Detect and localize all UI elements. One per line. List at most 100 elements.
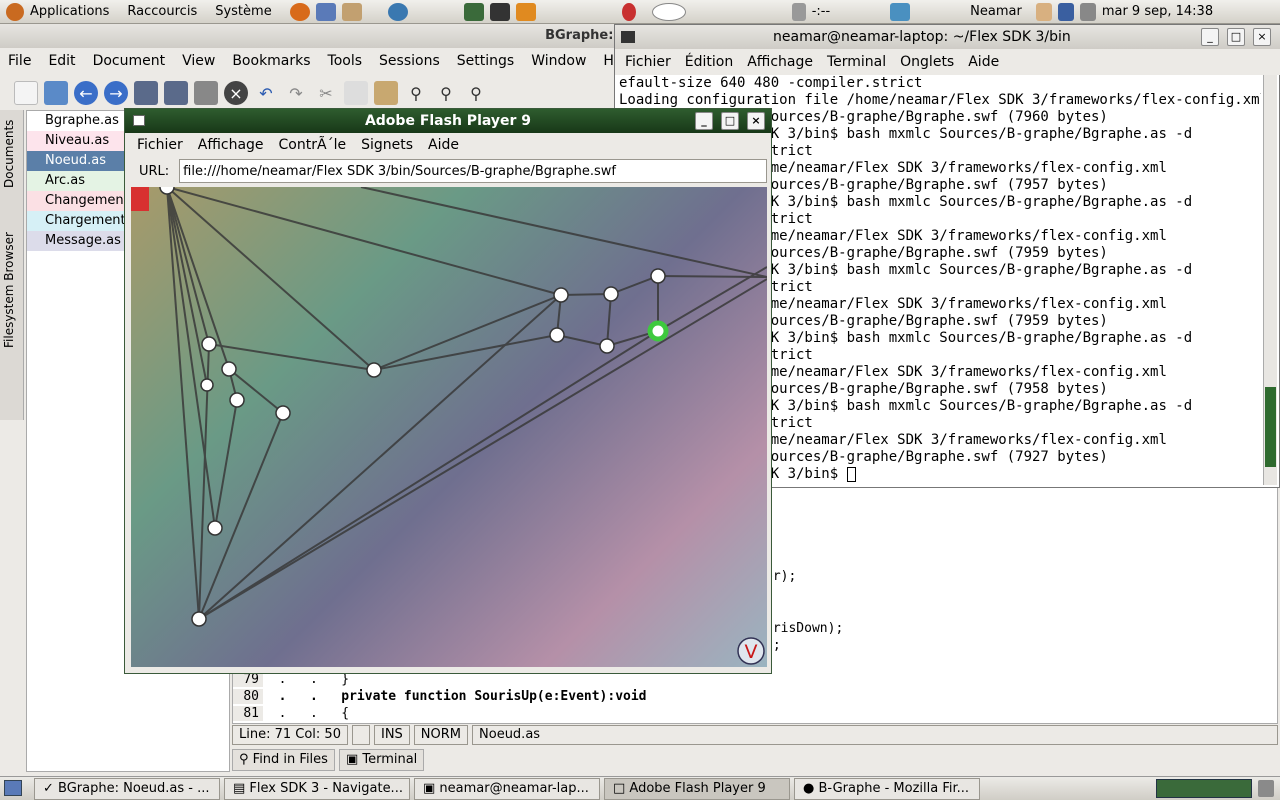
tools-launcher-icon[interactable] xyxy=(315,2,336,21)
term-menu-aide[interactable]: Aide xyxy=(968,54,999,70)
graph-node xyxy=(650,268,666,284)
term-menu-onglets[interactable]: Onglets xyxy=(900,54,954,70)
term-menu-edition[interactable]: Édition xyxy=(685,54,733,70)
close-doc-icon[interactable]: × xyxy=(224,81,248,105)
tab-documents[interactable]: Documents xyxy=(2,114,22,194)
flash-menu-bar: Fichier Affichage ContrÃ´le Signets Aide xyxy=(125,133,771,157)
eyes-applet-icon xyxy=(651,2,686,21)
signal-icon[interactable] xyxy=(1057,2,1074,21)
tray-red-icon[interactable] xyxy=(621,2,636,21)
corner-logo-letter: V xyxy=(745,641,758,663)
find-icon[interactable]: ⚲ xyxy=(404,81,428,105)
close-button[interactable]: × xyxy=(747,112,765,130)
graph-nodes[interactable] xyxy=(159,187,669,627)
minimize-button[interactable]: _ xyxy=(1201,28,1219,46)
trash-icon[interactable] xyxy=(1258,780,1274,797)
side-tab-bar: Documents Filesystem Browser xyxy=(0,110,24,420)
save-icon[interactable] xyxy=(134,81,158,105)
task-flash-player[interactable]: □ Adobe Flash Player 9 xyxy=(604,777,790,800)
kate-menu-file[interactable]: File xyxy=(8,53,31,69)
redo-icon[interactable]: ↷ xyxy=(284,81,308,105)
status-blank xyxy=(351,725,370,745)
tab-terminal[interactable]: ▣ Terminal xyxy=(338,749,425,771)
flash-menu-signets[interactable]: Signets xyxy=(361,137,413,153)
terminal-scrollbar[interactable] xyxy=(1263,75,1277,485)
workspace-switcher[interactable] xyxy=(1156,779,1252,798)
menu-raccourcis[interactable]: Raccourcis xyxy=(127,4,197,19)
clock[interactable]: mar 9 sep, 14:38 xyxy=(1102,4,1213,19)
firefox-launcher-icon[interactable] xyxy=(289,2,310,21)
forward-arrow-icon[interactable]: → xyxy=(104,81,128,105)
star-launcher-icon[interactable] xyxy=(515,2,536,21)
terminal-title: neamar@neamar-laptop: ~/Flex SDK 3/bin xyxy=(773,29,1071,45)
maximize-button[interactable]: □ xyxy=(1227,28,1245,46)
term-menu-terminal[interactable]: Terminal xyxy=(827,54,886,70)
kate-menu-settings[interactable]: Settings xyxy=(457,53,514,69)
selection-mode[interactable]: NORM xyxy=(413,725,469,745)
kate-status-bar: Line: 71 Col: 50 INS NORM Noeud.as xyxy=(232,724,1278,746)
graph-node xyxy=(159,187,175,195)
save-as-icon[interactable] xyxy=(164,81,188,105)
insert-mode[interactable]: INS xyxy=(373,725,410,745)
maximize-button[interactable]: □ xyxy=(721,112,739,130)
url-bar: URL: xyxy=(125,157,771,185)
bottom-taskbar: ✓ BGraphe: Noeud.as - ... ▤ Flex SDK 3 -… xyxy=(0,776,1280,800)
print-icon[interactable] xyxy=(194,81,218,105)
new-file-icon[interactable] xyxy=(14,81,38,105)
network-icon[interactable] xyxy=(890,2,911,21)
graph-node xyxy=(201,336,217,352)
tab-find-in-files[interactable]: ⚲ Find in Files xyxy=(232,749,335,771)
flash-stage[interactable]: V xyxy=(131,187,767,667)
close-button[interactable]: × xyxy=(1253,28,1271,46)
flash-menu-fichier[interactable]: Fichier xyxy=(137,137,183,153)
monitor-launcher-icon[interactable] xyxy=(463,2,484,21)
copy-icon[interactable] xyxy=(344,81,368,105)
kate-menu-bookmarks[interactable]: Bookmarks xyxy=(232,53,310,69)
tab-filesystem-browser[interactable]: Filesystem Browser xyxy=(2,220,22,360)
gnome-foot-icon[interactable] xyxy=(6,2,24,21)
kate-menu-window[interactable]: Window xyxy=(531,53,586,69)
graph-canvas[interactable]: V xyxy=(131,187,767,667)
url-input[interactable] xyxy=(179,159,768,183)
flash-menu-controle[interactable]: ContrÃ´le xyxy=(279,137,347,153)
flash-menu-aide[interactable]: Aide xyxy=(428,137,459,153)
kate-menu-tools[interactable]: Tools xyxy=(328,53,363,69)
code-line: 79 . . } xyxy=(233,672,349,687)
menu-applications[interactable]: Applications xyxy=(30,4,109,19)
users-launcher-icon[interactable] xyxy=(341,2,362,21)
cut-icon[interactable]: ✂ xyxy=(314,81,338,105)
kate-menu-edit[interactable]: Edit xyxy=(48,53,75,69)
task-terminal[interactable]: ▣ neamar@neamar-lap... xyxy=(414,777,600,800)
term-menu-fichier[interactable]: Fichier xyxy=(625,54,671,70)
minimize-button[interactable]: _ xyxy=(695,112,713,130)
task-kate[interactable]: ✓ BGraphe: Noeud.as - ... xyxy=(34,777,220,800)
volume-icon[interactable] xyxy=(1079,2,1096,21)
paste-icon[interactable] xyxy=(374,81,398,105)
term-menu-affichage[interactable]: Affichage xyxy=(747,54,813,70)
zoom-out-icon[interactable]: ⚲ xyxy=(464,81,488,105)
terminal-title-bar[interactable]: neamar@neamar-laptop: ~/Flex SDK 3/bin _… xyxy=(615,25,1280,49)
zoom-in-icon[interactable]: ⚲ xyxy=(434,81,458,105)
menu-systeme[interactable]: Système xyxy=(215,4,271,19)
user-avatar-icon[interactable] xyxy=(1035,2,1052,21)
kate-menu-document[interactable]: Document xyxy=(93,53,166,69)
undo-icon[interactable]: ↶ xyxy=(254,81,278,105)
scroll-thumb[interactable] xyxy=(1265,387,1276,467)
task-navigator[interactable]: ▤ Flex SDK 3 - Navigate... xyxy=(224,777,410,800)
red-marker xyxy=(131,187,149,211)
power-icon[interactable] xyxy=(791,2,806,21)
globe-launcher-icon[interactable] xyxy=(387,2,408,21)
flash-title-bar[interactable]: Adobe Flash Player 9 _ □ × xyxy=(125,109,771,133)
line-number: 79 xyxy=(233,672,263,687)
kate-menu-view[interactable]: View xyxy=(182,53,215,69)
code-line: urisDown); xyxy=(765,621,844,636)
terminal-launcher-icon[interactable] xyxy=(489,2,510,21)
task-firefox[interactable]: ● B-Graphe - Mozilla Fir... xyxy=(794,777,980,800)
terminal-app-icon xyxy=(621,31,635,43)
back-arrow-icon[interactable]: ← xyxy=(74,81,98,105)
user-name[interactable]: Neamar xyxy=(970,4,1022,19)
show-desktop-icon[interactable] xyxy=(4,780,22,796)
flash-menu-affichage[interactable]: Affichage xyxy=(198,137,264,153)
kate-menu-sessions[interactable]: Sessions xyxy=(379,53,440,69)
open-folder-icon[interactable] xyxy=(44,81,68,105)
